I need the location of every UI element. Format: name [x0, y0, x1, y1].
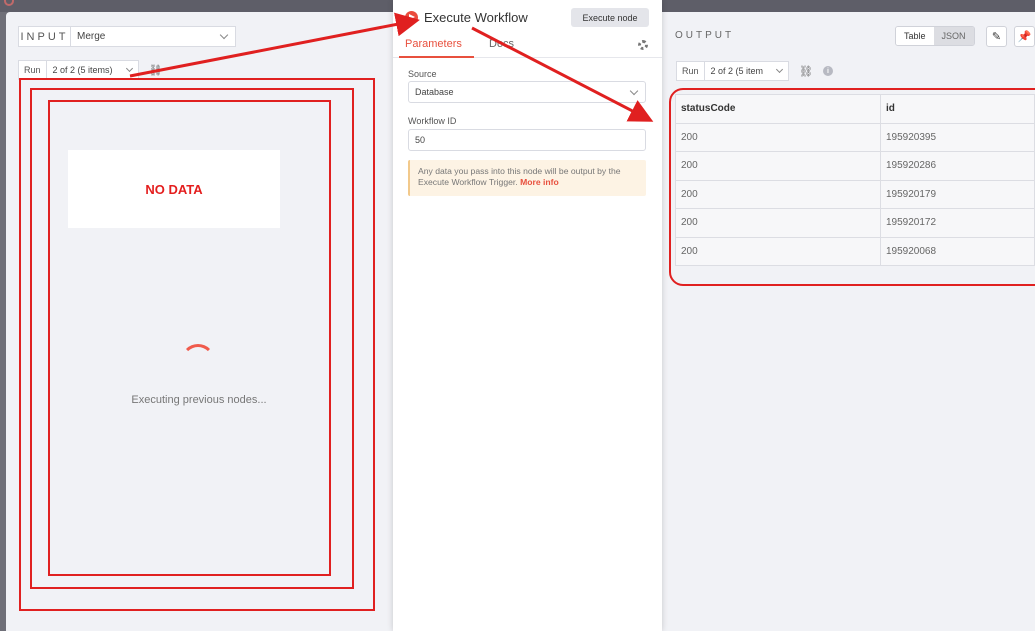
tab-parameters[interactable]: Parameters: [399, 38, 474, 58]
source-label: Source: [408, 69, 437, 79]
table-view-button[interactable]: Table: [896, 27, 934, 45]
unlink-icon[interactable]: ⛓: [799, 65, 813, 78]
tab-docs[interactable]: Docs: [489, 38, 514, 50]
output-run-select-value: 2 of 2 (5 item: [710, 66, 764, 76]
source-select-value: Database: [415, 87, 454, 97]
execute-node-button[interactable]: Execute node: [571, 8, 649, 27]
input-run-selector: Run 2 of 2 (5 items) ⛓: [18, 60, 163, 80]
output-run-selector: Run 2 of 2 (5 item ⛓ i: [676, 61, 834, 81]
logo-fragment: [4, 0, 14, 6]
output-title: OUTPUT: [675, 30, 735, 41]
gear-icon[interactable]: [638, 40, 648, 50]
input-run-label: Run: [18, 60, 47, 80]
output-run-label: Run: [676, 61, 705, 81]
output-run-select[interactable]: 2 of 2 (5 item: [704, 61, 790, 81]
annotation-box-output: [669, 88, 1035, 286]
chevron-down-icon: [776, 65, 784, 74]
input-node-selector[interactable]: INPUT Merge: [18, 26, 236, 47]
parameter-tabs: Parameters Docs: [393, 34, 662, 58]
annotation-box-inner: [48, 100, 331, 576]
chevron-down-icon: [629, 86, 639, 95]
input-run-select-value: 2 of 2 (5 items): [52, 65, 113, 75]
pin-icon[interactable]: 📌: [1014, 26, 1035, 47]
chevron-down-icon: [125, 64, 133, 73]
workflow-id-value: 50: [415, 135, 426, 145]
info-icon[interactable]: i: [823, 66, 834, 76]
chevron-down-icon[interactable]: [219, 30, 229, 40]
parameters-panel: Execute Workflow Execute node Parameters…: [393, 0, 662, 631]
input-title: INPUT: [19, 27, 71, 46]
trigger-notice: Any data you pass into this node will be…: [408, 160, 646, 196]
input-run-select[interactable]: 2 of 2 (5 items): [46, 60, 139, 80]
workflow-id-label: Workflow ID: [408, 116, 457, 126]
more-info-link[interactable]: More info: [520, 177, 559, 187]
json-view-button[interactable]: JSON: [933, 27, 974, 45]
execute-workflow-icon: [405, 11, 418, 24]
workflow-id-input[interactable]: 50: [408, 129, 646, 151]
input-node-select-value[interactable]: Merge: [71, 31, 221, 42]
source-select[interactable]: Database: [408, 81, 646, 103]
pencil-icon[interactable]: ✎: [986, 26, 1007, 47]
node-title: Execute Workflow: [405, 10, 528, 25]
node-title-text[interactable]: Execute Workflow: [424, 10, 528, 25]
output-view-toggle: Table JSON: [895, 26, 975, 46]
unlink-icon[interactable]: ⛓: [149, 64, 163, 77]
